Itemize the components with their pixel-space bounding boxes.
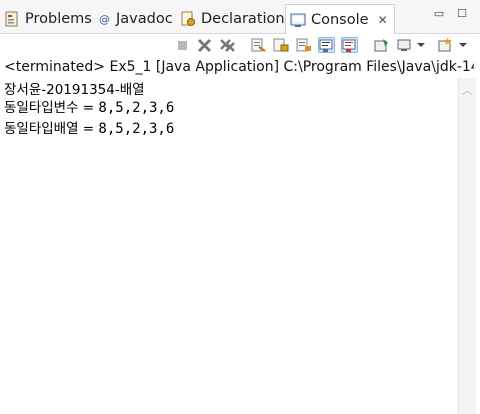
tab-declaration-label: Declaration <box>201 11 285 27</box>
console-output[interactable]: 장서윤-20191354-배열 동일타입변수 = 8,5,2,3,6 동일타입배… <box>0 78 458 414</box>
output-line-3: 동일타입배열 = 8,5,2,3,6 <box>4 119 174 139</box>
output-line-1: 장서윤-20191354-배열 <box>4 80 145 100</box>
output-line-2-values: 8,5,2,3,6 <box>98 100 175 116</box>
console-status-label: <terminated> Ex5_1 [Java Application] C:… <box>4 59 474 75</box>
console-toolbar <box>0 34 480 56</box>
output-line-3-label: 동일타입배열 = <box>4 121 99 137</box>
open-console-icon[interactable] <box>437 37 454 53</box>
tab-console[interactable]: Console ✕ <box>285 4 395 35</box>
tab-javadoc-label: Javadoc <box>116 11 173 27</box>
svg-text:@: @ <box>99 13 110 26</box>
close-icon[interactable]: ✕ <box>378 13 388 27</box>
maximize-icon[interactable]: ☐ <box>455 7 469 21</box>
show-console-on-stderr-icon[interactable] <box>341 37 358 53</box>
display-selected-console-icon[interactable] <box>396 37 413 53</box>
output-line-3-values: 8,5,2,3,6 <box>98 121 175 137</box>
minimize-icon[interactable]: ▭ <box>432 7 446 21</box>
tab-problems-label: Problems <box>25 11 92 27</box>
tab-declaration[interactable]: Declaration <box>176 5 285 33</box>
tab-javadoc[interactable]: @ Javadoc <box>95 5 173 33</box>
remove-all-terminated-icon[interactable] <box>219 37 236 53</box>
tab-problems[interactable]: Problems <box>0 5 92 33</box>
problems-icon <box>4 11 20 27</box>
pin-console-icon[interactable] <box>373 37 390 53</box>
show-console-on-stdout-icon[interactable] <box>318 37 335 53</box>
view-tab-bar: Problems @ Javadoc Declaration Console ✕… <box>0 0 480 35</box>
terminate-icon[interactable] <box>174 37 191 53</box>
remove-launch-icon[interactable] <box>196 37 213 53</box>
clear-console-icon[interactable] <box>250 37 267 53</box>
output-line-2-label: 동일타입변수 = <box>4 100 99 116</box>
scroll-lock-icon[interactable] <box>272 37 289 53</box>
tab-console-label: Console <box>311 12 369 28</box>
scroll-up-icon[interactable]: ︿ <box>462 82 472 97</box>
console-icon <box>290 12 306 28</box>
chevron-down-icon[interactable] <box>458 37 468 53</box>
word-wrap-icon[interactable] <box>295 37 312 53</box>
declaration-icon <box>180 11 196 27</box>
javadoc-icon: @ <box>99 11 111 27</box>
output-line-1-text: 장서윤-20191354-배열 <box>4 82 145 98</box>
chevron-down-icon[interactable] <box>416 37 426 53</box>
output-line-2: 동일타입변수 = 8,5,2,3,6 <box>4 98 174 118</box>
vertical-scrollbar[interactable]: ︿ <box>458 78 476 414</box>
